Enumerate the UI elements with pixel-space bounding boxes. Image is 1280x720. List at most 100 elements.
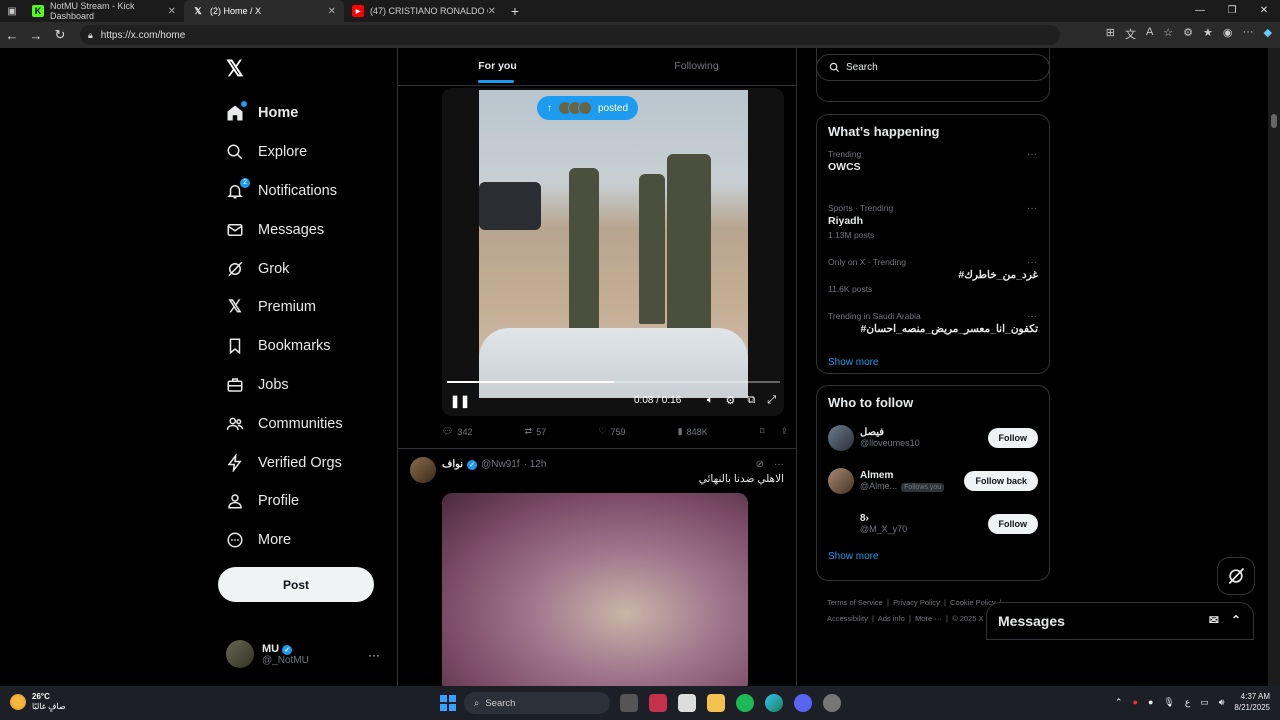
- browser-tab-x[interactable]: 𝕏 (2) Home / X ✕: [184, 0, 344, 22]
- fullscreen-icon[interactable]: ⤢: [767, 394, 776, 407]
- start-button[interactable]: [440, 695, 456, 711]
- messages-drawer[interactable]: Messages ✉ ⌃: [986, 602, 1254, 640]
- tab-following[interactable]: Following: [597, 48, 796, 85]
- reply-button[interactable]: 💬︎ 342: [442, 426, 472, 437]
- close-tab-icon[interactable]: ✕: [488, 6, 496, 17]
- weather-widget[interactable]: 26°C صافٍ غالبًا: [10, 692, 66, 712]
- video-player[interactable]: ↑ posted ❚❚ 0:08 / 0:16 🔈︎ ⚙ ⧉ ⤢: [442, 88, 784, 416]
- red-app-icon[interactable]: [649, 694, 667, 712]
- network-icon[interactable]: ▭: [1200, 697, 1209, 708]
- nav-grok[interactable]: Grok: [226, 249, 343, 288]
- search-input[interactable]: Search: [816, 54, 1050, 81]
- pip-icon[interactable]: ⧉: [747, 394, 755, 407]
- more-dots-icon[interactable]: ···: [1027, 149, 1037, 160]
- expand-icon[interactable]: ⌃: [1231, 613, 1241, 627]
- show-more-link[interactable]: Show more: [817, 351, 1049, 378]
- tray-app-icon[interactable]: ●: [1133, 697, 1138, 707]
- follow-suggestion[interactable]: 8› @M_X_y70 Follow: [817, 502, 1049, 545]
- browser-menu-icon[interactable]: ···: [1243, 26, 1254, 42]
- new-message-icon[interactable]: ✉: [1209, 613, 1219, 627]
- clock[interactable]: 4:37 AM 8/21/2025: [1234, 691, 1270, 713]
- browser-tab-youtube[interactable]: ▶ (47) CRISTIANO RONALDO OVER ✕: [344, 0, 504, 22]
- taskbar-search[interactable]: ⌕ Search: [464, 692, 610, 714]
- back-icon[interactable]: ←: [0, 28, 24, 43]
- more-dots-icon[interactable]: ···: [1027, 203, 1037, 214]
- extensions-icon[interactable]: ⚙: [1183, 26, 1193, 42]
- account-switcher[interactable]: MU ✓ @_NotMU ···: [226, 640, 386, 668]
- browser-tab-kick[interactable]: K NotMU Stream - Kick Dashboard ✕: [24, 0, 184, 22]
- nav-messages[interactable]: Messages: [226, 210, 343, 249]
- more-dots-icon[interactable]: ···: [1027, 257, 1037, 268]
- spotify-icon[interactable]: [736, 694, 754, 712]
- follow-button[interactable]: Follow: [987, 514, 1038, 534]
- tab-actions-icon[interactable]: ▣: [0, 6, 24, 17]
- mute-icon[interactable]: 🔈︎: [707, 394, 714, 407]
- follow-button[interactable]: Follow: [987, 428, 1038, 448]
- trend-item[interactable]: Sports · Trending Riyadh 1.13M posts ···: [817, 199, 1049, 253]
- share-icon[interactable]: ⇪: [780, 426, 788, 437]
- read-aloud-icon[interactable]: A: [1146, 26, 1153, 42]
- settings-icon[interactable]: [823, 694, 841, 712]
- nav-communities[interactable]: Communities: [226, 404, 343, 443]
- settings-icon[interactable]: ⚙: [725, 394, 735, 407]
- close-window-icon[interactable]: ✕: [1248, 0, 1280, 22]
- file-explorer-icon[interactable]: [707, 694, 725, 712]
- favorites-icon[interactable]: ★: [1203, 26, 1213, 42]
- refresh-icon[interactable]: ↻: [48, 27, 72, 43]
- edge-icon[interactable]: [765, 694, 783, 712]
- nav-premium[interactable]: 𝕏 Premium: [226, 288, 343, 327]
- microphone-icon[interactable]: 🎙︎: [1163, 697, 1174, 708]
- show-more-link[interactable]: Show more: [817, 545, 1049, 572]
- tweet[interactable]: نواف ✓ @Nw91f · 12h ⊘ ··· الاهلي ضدنا با…: [398, 448, 796, 686]
- task-view-icon[interactable]: [620, 694, 638, 712]
- grok-icon[interactable]: ⊘: [756, 459, 764, 470]
- more-dots-icon[interactable]: ···: [774, 459, 784, 470]
- chevron-up-icon[interactable]: ⌃: [1115, 697, 1123, 708]
- more-dots-icon[interactable]: ···: [368, 648, 380, 662]
- like-button[interactable]: ♡ 759: [598, 426, 625, 437]
- close-tab-icon[interactable]: ✕: [328, 6, 336, 17]
- x-logo-icon[interactable]: 𝕏: [226, 56, 244, 82]
- forward-icon[interactable]: →: [24, 28, 48, 43]
- nav-home[interactable]: Home: [226, 94, 343, 133]
- minimize-icon[interactable]: —: [1184, 0, 1216, 22]
- trend-item[interactable]: Trending in Saudi Arabia #تكفون_انا_معسر…: [817, 307, 1049, 351]
- page-scrollbar[interactable]: [1268, 48, 1280, 686]
- copilot-icon[interactable]: ◆: [1264, 26, 1272, 42]
- repost-button[interactable]: ⇄ 57: [525, 426, 547, 437]
- discord-icon[interactable]: [794, 694, 812, 712]
- nav-bookmarks[interactable]: Bookmarks: [226, 327, 343, 366]
- tab-for-you[interactable]: For you: [398, 48, 597, 85]
- nav-more[interactable]: More: [226, 521, 343, 560]
- site-info-icon[interactable]: 🔒︎: [88, 30, 93, 41]
- follow-suggestion[interactable]: Almem @Alme... Follows you Follow back: [817, 459, 1049, 502]
- store-icon[interactable]: [678, 694, 696, 712]
- restore-icon[interactable]: ❐: [1216, 0, 1248, 22]
- scrollbar-thumb[interactable]: [1271, 114, 1277, 128]
- grok-floating-button[interactable]: [1217, 557, 1255, 595]
- pause-icon[interactable]: ❚❚: [450, 394, 470, 408]
- new-tab-button[interactable]: +: [504, 3, 526, 19]
- nav-explore[interactable]: Explore: [226, 133, 343, 172]
- avatar[interactable]: [410, 457, 436, 483]
- follow-suggestion[interactable]: فيصل @lloveumes10 Follow: [817, 416, 1049, 459]
- trend-item[interactable]: Only on X · Trending #غرد_من_خاطرك 11.6K…: [817, 253, 1049, 307]
- follow-back-button[interactable]: Follow back: [964, 471, 1038, 491]
- close-tab-icon[interactable]: ✕: [168, 6, 176, 17]
- bookmark-icon[interactable]: ⌑: [760, 426, 765, 437]
- url-field[interactable]: 🔒︎ https://x.com/home: [80, 25, 1060, 45]
- profile-icon[interactable]: ◉: [1223, 26, 1233, 42]
- nav-notifications[interactable]: 2 Notifications: [226, 172, 343, 211]
- app-available-icon[interactable]: ⊞: [1106, 26, 1115, 42]
- favorite-star-icon[interactable]: ☆: [1163, 26, 1173, 42]
- views-button[interactable]: ▮ 848K: [678, 426, 708, 437]
- translate-icon[interactable]: 文: [1125, 26, 1136, 42]
- nav-profile[interactable]: Profile: [226, 482, 343, 521]
- more-dots-icon[interactable]: ···: [1027, 311, 1037, 322]
- video-progress-bar[interactable]: [447, 381, 780, 383]
- volume-icon[interactable]: 🔊︎: [1219, 697, 1225, 708]
- trend-item[interactable]: Trending OWCS ···: [817, 145, 1049, 199]
- nav-verified-orgs[interactable]: Verified Orgs: [226, 443, 343, 482]
- post-button[interactable]: Post: [218, 567, 374, 602]
- new-posts-pill[interactable]: ↑ posted: [537, 96, 639, 120]
